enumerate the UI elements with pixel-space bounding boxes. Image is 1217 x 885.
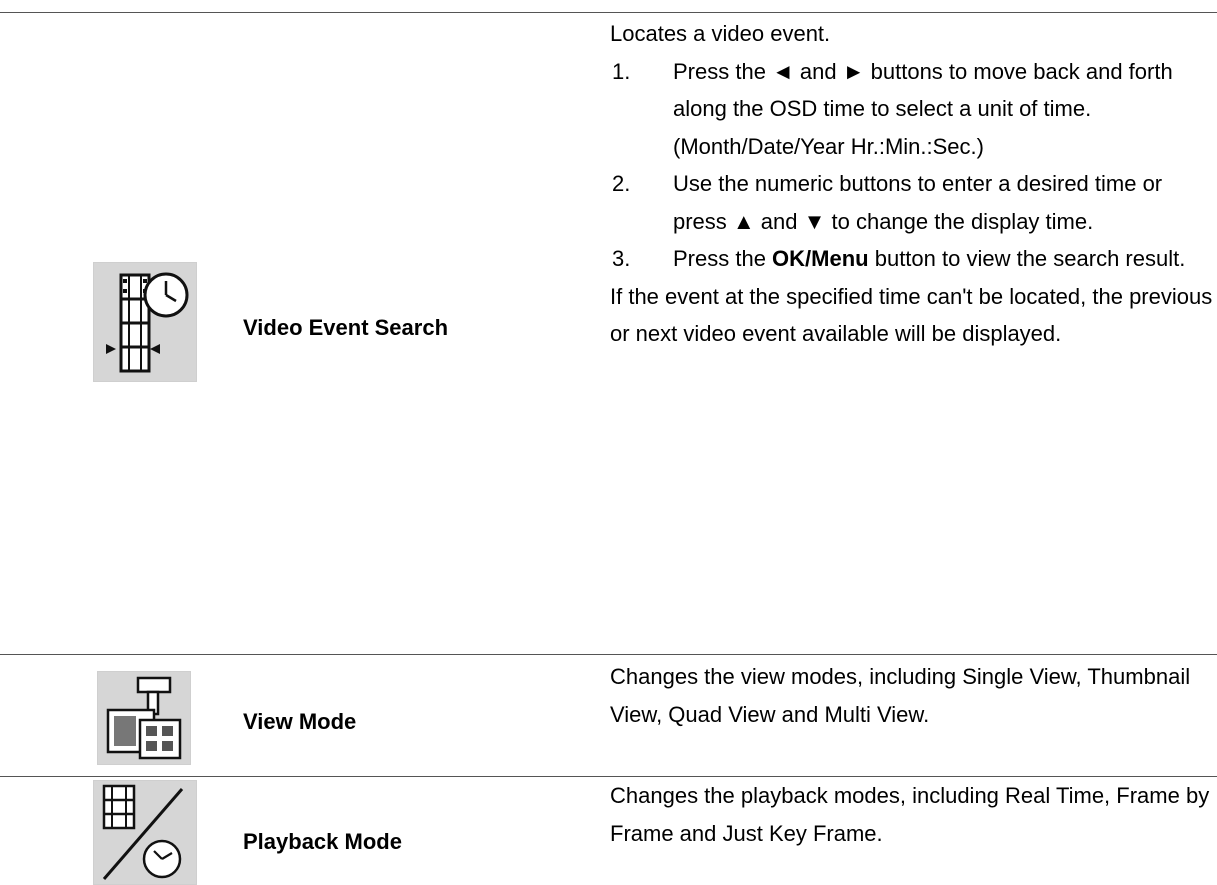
step-text-bold: OK/Menu: [772, 246, 869, 271]
step-item: 2. Use the numeric buttons to enter a de…: [610, 165, 1215, 240]
item-name: View Mode: [243, 709, 357, 734]
item-description: Changes the playback modes, including Re…: [610, 783, 1210, 846]
description-note: If the event at the specified time can't…: [610, 283, 1213, 347]
step-text: Use the numeric buttons to enter a desir…: [673, 171, 1163, 234]
step-text-pre: Press the: [673, 246, 773, 271]
view-mode-icon: [97, 671, 191, 765]
step-number: 1.: [612, 58, 631, 84]
step-item: 1. Press the ◄ and ► buttons to move bac…: [610, 53, 1215, 166]
playback-mode-icon: [93, 780, 197, 885]
item-description: Changes the view modes, including Single…: [610, 664, 1191, 727]
item-name: Playback Mode: [243, 829, 402, 854]
step-item: 3. Press the OK/Menu button to view the …: [610, 240, 1215, 278]
item-description: Locates a video event. 1. Press the ◄ an…: [610, 15, 1215, 353]
step-number: 2.: [612, 171, 631, 196]
item-name: Video Event Search: [243, 315, 449, 340]
row-divider: [0, 654, 1217, 655]
step-text: Press the ◄ and ► buttons to move back a…: [673, 58, 1173, 159]
step-text-post: button to view the search result.: [868, 246, 1186, 271]
description-intro: Locates a video event.: [610, 21, 831, 46]
film-clock-search-icon: [93, 262, 197, 382]
table-top-rule: [0, 12, 1217, 13]
step-number: 3.: [612, 246, 631, 271]
